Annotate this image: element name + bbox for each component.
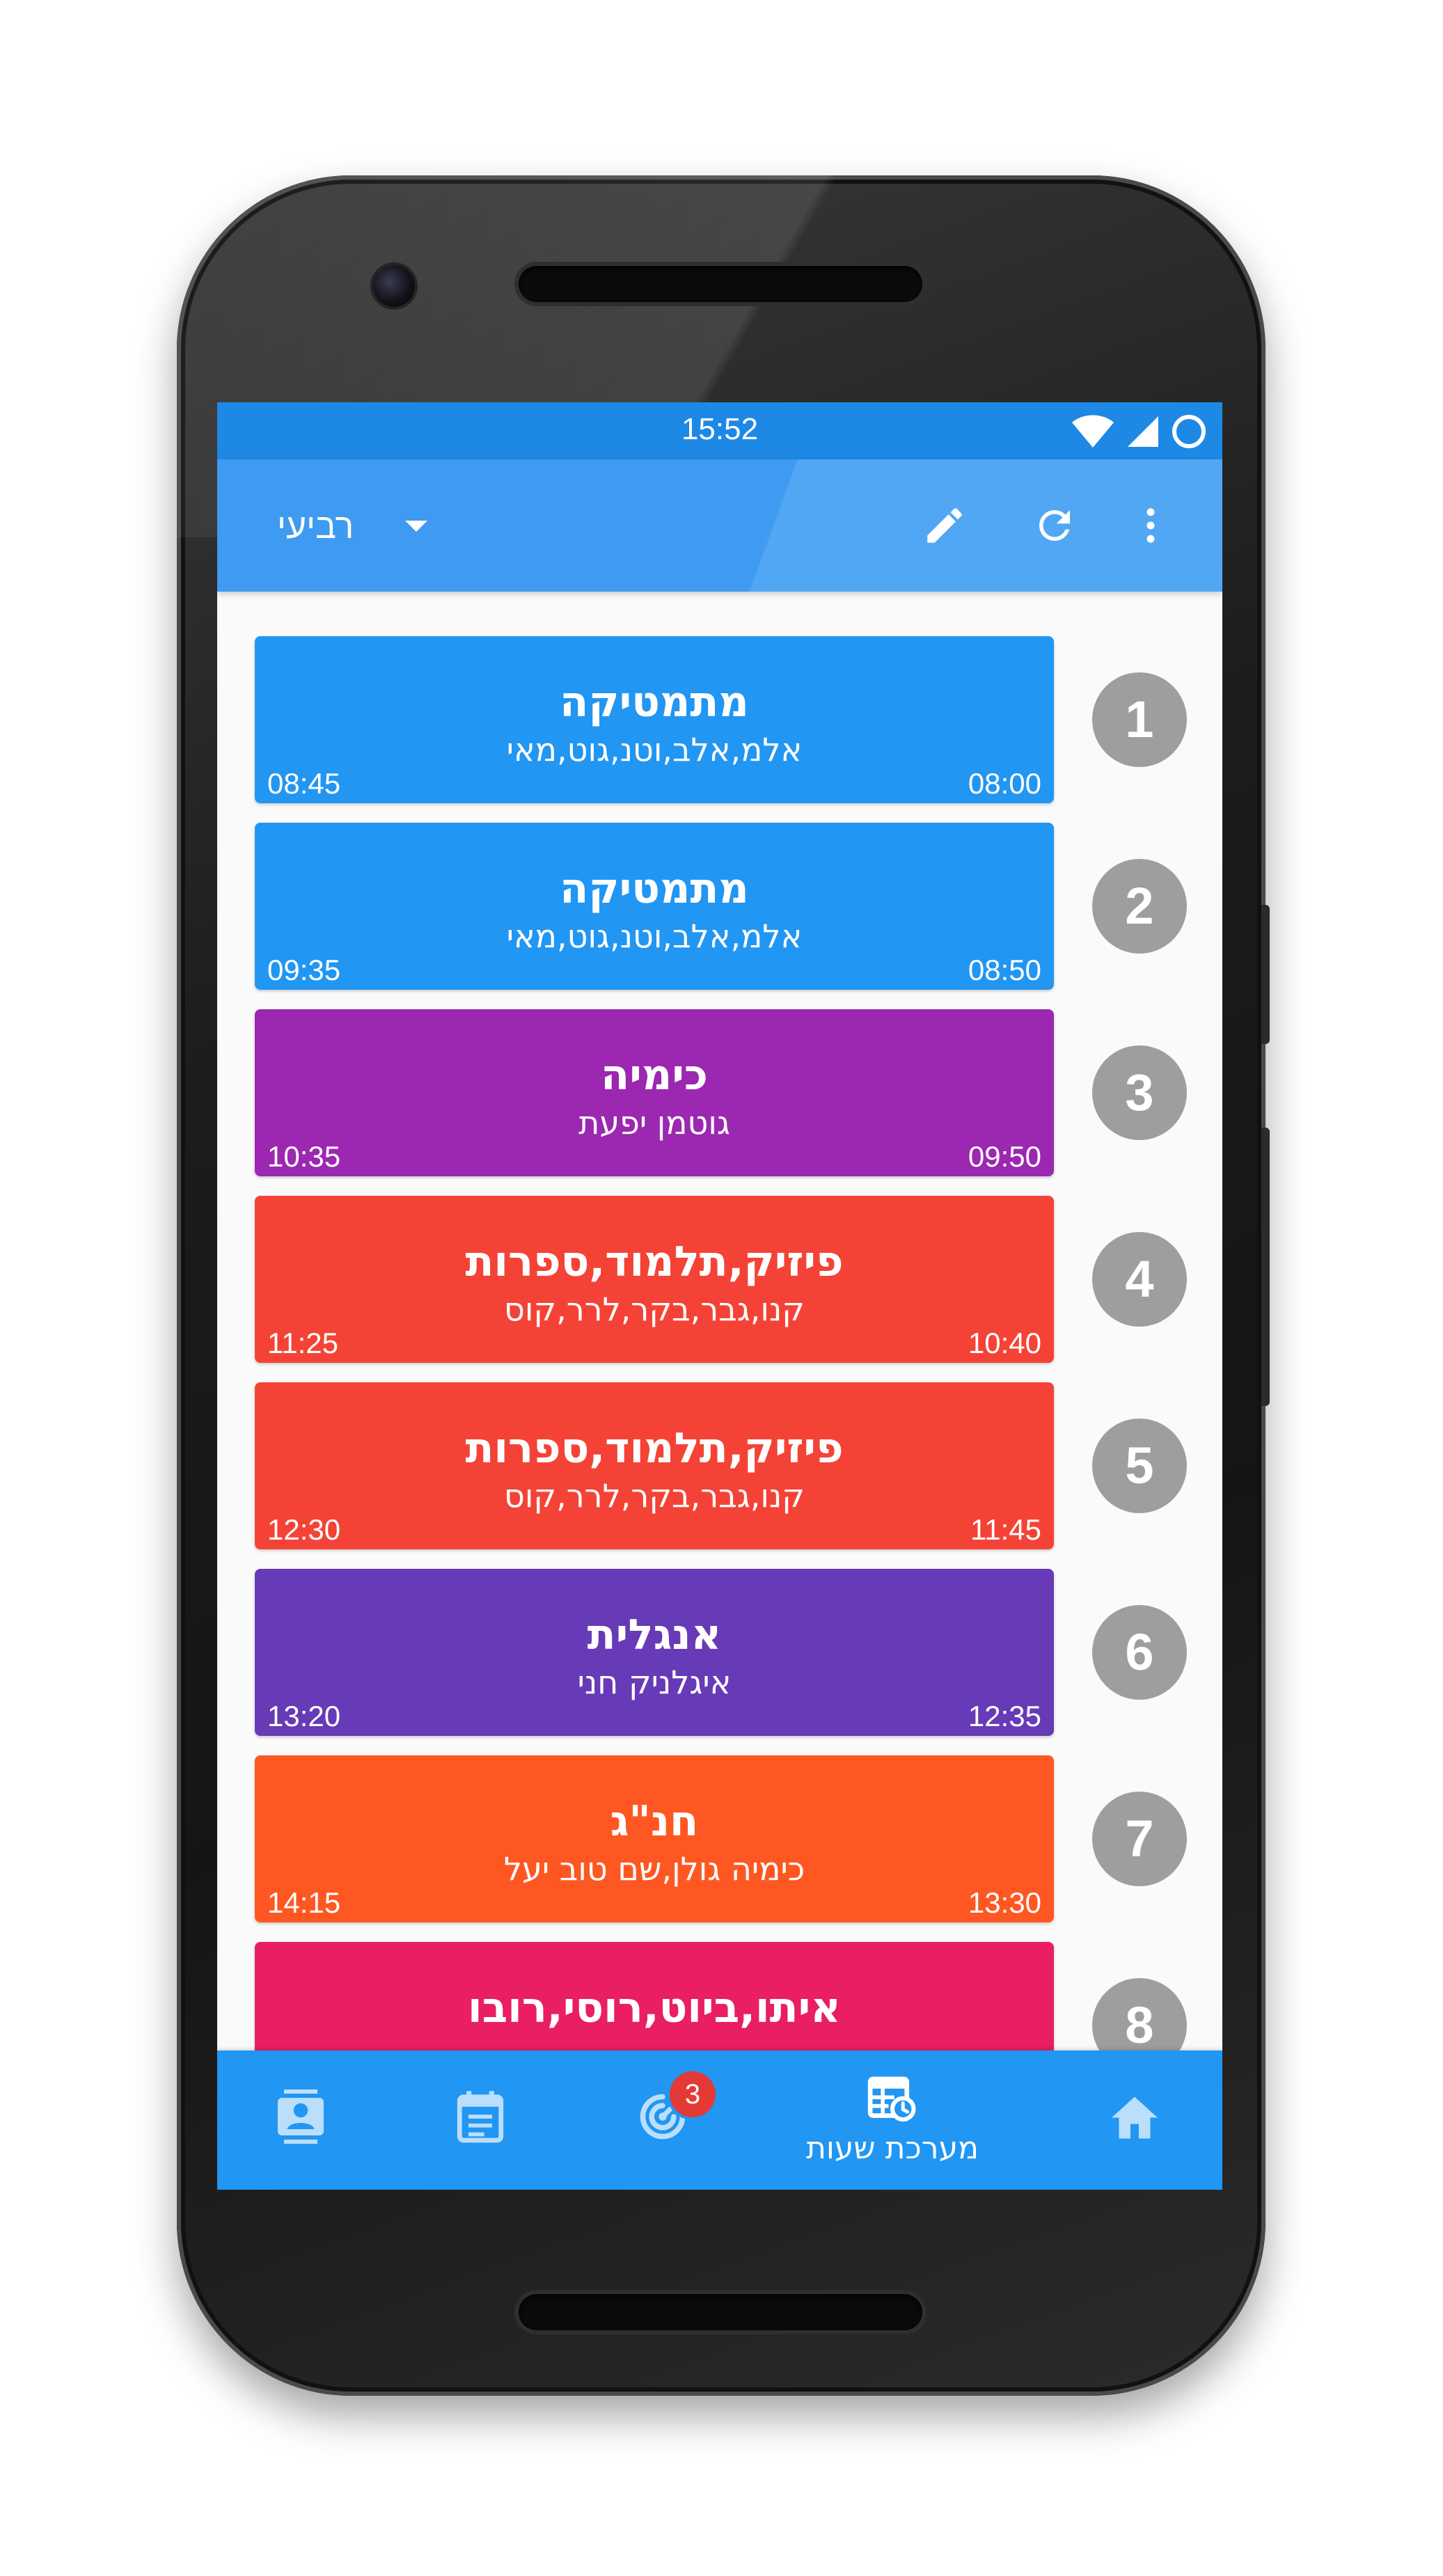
nav-item-calendar[interactable] (439, 2050, 522, 2190)
lesson-start-time: 08:00 (968, 767, 1041, 800)
list-item: מתמטיקה אלמ,אלב,וטנ,גוט,מאי 09:35 08:50 … (217, 823, 1222, 990)
lesson-end-time: 11:25 (267, 1327, 338, 1359)
lesson-start-time: 11:45 (970, 1513, 1041, 1546)
lesson-start-time: 10:40 (968, 1327, 1041, 1359)
list-item: פיזיק,תלמוד,ספרות קנו,גבר,בקר,לרר,קוס 11… (217, 1196, 1222, 1363)
home-icon (1112, 2096, 1158, 2139)
lesson-teacher: אלמ,אלב,וטנ,גוט,מאי (506, 917, 803, 955)
phone-side-button (1261, 905, 1270, 1044)
lesson-start-time: 13:30 (968, 1886, 1041, 1919)
lesson-teacher: כימיה גולן,שם טוב יעל (503, 1850, 805, 1888)
more-vert-icon (1146, 508, 1155, 543)
nav-item-home[interactable] (1093, 2050, 1176, 2190)
nav-label-timetable: מערכת שעות (805, 2130, 979, 2166)
lesson-teacher: אלמ,אלב,וטנ,גוט,מאי (506, 731, 803, 768)
lesson-subject: איתו,ביוט,רוסי,רובו (468, 1984, 841, 2032)
front-camera (373, 265, 415, 307)
lesson-card[interactable]: חנ"ג כימיה גולן,שם טוב יעל 14:15 13:30 (255, 1755, 1054, 1922)
phone-volume-button (1261, 1128, 1270, 1406)
lesson-subject: אנגלית (587, 1611, 722, 1659)
lesson-subject: מתמטיקה (560, 678, 749, 727)
nav-item-timetable[interactable]: מערכת שעות (788, 2050, 997, 2190)
app-bar: רביעי (217, 459, 1222, 592)
lesson-subject: פיזיק,תלמוד,ספרות (465, 1424, 844, 1473)
nav-item-contacts[interactable] (259, 2050, 342, 2190)
lesson-end-time: 12:30 (267, 1513, 341, 1546)
timetable-icon (867, 2076, 916, 2121)
day-label: רביעי (277, 507, 354, 546)
more-options-button[interactable] (1126, 501, 1175, 550)
lesson-teacher: קנו,גבר,בקר,לרר,קוס (504, 1477, 805, 1515)
lesson-start-time: 12:35 (968, 1700, 1041, 1732)
lesson-teacher: קנו,גבר,בקר,לרר,קוס (504, 1290, 805, 1328)
lesson-end-time: 10:35 (267, 1140, 341, 1173)
period-number: 7 (1092, 1792, 1187, 1886)
lesson-card[interactable]: פיזיק,תלמוד,ספרות קנו,גבר,בקר,לרר,קוס 12… (255, 1382, 1054, 1549)
list-item: כימיה גוטמן יפעת 10:35 09:50 3 (217, 1009, 1222, 1176)
lesson-subject: פיזיק,תלמוד,ספרות (465, 1238, 844, 1286)
lesson-teacher: גוטמן יפעת (578, 1104, 730, 1141)
period-number: 3 (1092, 1045, 1187, 1140)
period-number: 6 (1092, 1605, 1187, 1700)
nav-item-radar[interactable]: 3 (614, 2050, 716, 2190)
refresh-icon (1039, 509, 1070, 541)
list-item: אנגלית איגלניק חני 13:20 12:35 6 (217, 1569, 1222, 1736)
refresh-button[interactable] (1030, 501, 1079, 550)
lesson-end-time: 08:45 (267, 767, 341, 800)
lesson-end-time: 09:35 (267, 954, 341, 986)
lesson-start-time: 09:50 (968, 1140, 1041, 1173)
list-item: חנ"ג כימיה גולן,שם טוב יעל 14:15 13:30 7 (217, 1755, 1222, 1922)
lesson-teacher: איגלניק חני (577, 1664, 732, 1701)
list-item: פיזיק,תלמוד,ספרות קנו,גבר,בקר,לרר,קוס 12… (217, 1382, 1222, 1549)
top-speaker (519, 266, 922, 302)
period-number: 5 (1092, 1419, 1187, 1513)
lesson-subject: חנ"ג (610, 1797, 699, 1846)
status-bar: 15:52 (217, 402, 1222, 459)
period-number: 4 (1092, 1232, 1187, 1327)
period-number: 2 (1092, 859, 1187, 954)
bottom-speaker (519, 2294, 922, 2330)
calendar-icon (457, 2091, 504, 2143)
lesson-subject: מתמטיקה (560, 864, 749, 913)
lesson-card[interactable]: כימיה גוטמן יפעת 10:35 09:50 (255, 1009, 1054, 1176)
status-icons (1071, 412, 1207, 451)
list-item: מתמטיקה אלמ,אלב,וטנ,גוט,מאי 08:45 08:00 … (217, 636, 1222, 803)
notification-badge: 3 (670, 2071, 716, 2117)
cell-signal-icon (1128, 416, 1158, 447)
lesson-end-time: 13:20 (267, 1700, 341, 1732)
wifi-icon (1072, 415, 1114, 448)
day-dropdown[interactable]: רביעי (277, 498, 430, 554)
lesson-card[interactable]: מתמטיקה אלמ,אלב,וטנ,גוט,מאי 09:35 08:50 (255, 823, 1054, 990)
edit-icon (927, 508, 962, 543)
lesson-card[interactable]: אנגלית איגלניק חני 13:20 12:35 (255, 1569, 1054, 1736)
lesson-card[interactable]: פיזיק,תלמוד,ספרות קנו,גבר,בקר,לרר,קוס 11… (255, 1196, 1054, 1363)
period-number: 1 (1092, 672, 1187, 767)
lesson-start-time: 08:50 (968, 954, 1041, 986)
screen: 15:52 רביעי מתמטיקה אלמ,אלב,וטנ,גוט,מאי … (217, 402, 1222, 2190)
lesson-subject: כימיה (601, 1051, 708, 1100)
lesson-end-time: 14:15 (267, 1886, 341, 1919)
circle-status-icon (1172, 415, 1206, 448)
bottom-navigation: 3 מערכת שעות (217, 2050, 1222, 2190)
contacts-icon (278, 2089, 324, 2144)
lesson-card[interactable]: מתמטיקה אלמ,אלב,וטנ,גוט,מאי 08:45 08:00 (255, 636, 1054, 803)
edit-button[interactable] (920, 501, 969, 550)
dropdown-arrow-icon (405, 521, 428, 532)
